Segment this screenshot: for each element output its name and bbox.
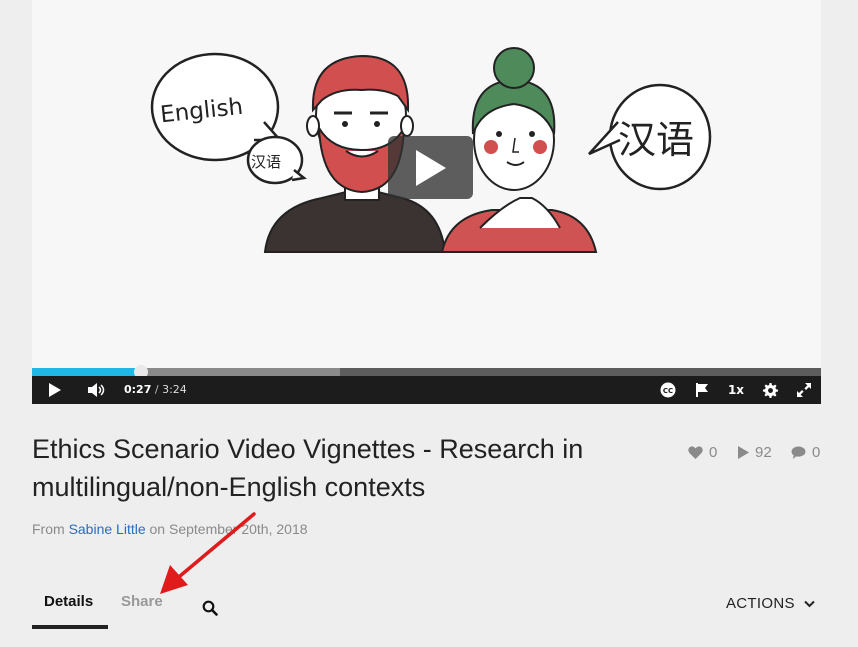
- video-progress-bar[interactable]: [32, 365, 821, 379]
- speech-bubble-small: 汉语: [246, 135, 307, 185]
- chevron-down-icon: [804, 600, 815, 607]
- speech-bubble-right: 汉语: [588, 83, 712, 191]
- svg-text:汉语: 汉语: [251, 153, 281, 171]
- tab-details[interactable]: Details: [44, 593, 93, 610]
- closed-captions-button[interactable]: CC: [658, 376, 678, 404]
- volume-icon: [88, 383, 105, 397]
- progress-played: [32, 368, 141, 376]
- current-time: 0:27: [124, 383, 152, 396]
- big-play-button[interactable]: [388, 136, 473, 199]
- play-count-icon: [738, 445, 749, 459]
- search-button[interactable]: [202, 600, 220, 618]
- byline: From Sabine Little on September 20th, 20…: [32, 521, 308, 537]
- search-icon: [202, 600, 218, 616]
- svg-text:汉语: 汉语: [618, 118, 694, 162]
- duration: 3:24: [162, 383, 187, 396]
- byline-date: on September 20th, 2018: [145, 521, 308, 537]
- active-tab-indicator: [32, 625, 108, 629]
- likes-count[interactable]: 0: [688, 443, 717, 461]
- page-title: Ethics Scenario Video Vignettes - Resear…: [32, 434, 584, 502]
- fullscreen-icon: [797, 383, 811, 397]
- plays-count: 92: [738, 443, 772, 461]
- fullscreen-button[interactable]: [794, 376, 814, 404]
- volume-button[interactable]: [86, 376, 108, 404]
- report-button[interactable]: [692, 376, 712, 404]
- time-separator: /: [151, 383, 163, 396]
- heart-icon: [688, 445, 703, 459]
- comments-count[interactable]: 0: [791, 443, 820, 461]
- likes-value: 0: [709, 443, 718, 461]
- actions-label: ACTIONS: [726, 595, 795, 612]
- byline-prefix: From: [32, 521, 69, 537]
- author-link[interactable]: Sabine Little: [69, 521, 146, 537]
- play-icon: [415, 149, 446, 186]
- comments-value: 0: [812, 443, 821, 461]
- video-player[interactable]: English 汉语 汉语 0:27 / 3:24 CC 1x: [32, 0, 821, 404]
- plays-value: 92: [755, 443, 772, 461]
- play-pause-button[interactable]: [46, 376, 64, 404]
- settings-gear-icon: [762, 382, 778, 398]
- play-icon: [49, 383, 61, 397]
- playback-speed-button[interactable]: 1x: [725, 376, 747, 404]
- time-display: 0:27 / 3:24: [124, 384, 187, 396]
- settings-button[interactable]: [760, 376, 780, 404]
- actions-dropdown[interactable]: ACTIONS: [726, 595, 815, 612]
- comment-icon: [791, 445, 806, 459]
- tab-share[interactable]: Share: [121, 593, 163, 610]
- closed-captions-icon: CC: [660, 382, 676, 398]
- svg-text:CC: CC: [663, 387, 673, 395]
- flag-icon: [695, 383, 708, 397]
- video-control-bar: 0:27 / 3:24 CC 1x: [32, 376, 821, 404]
